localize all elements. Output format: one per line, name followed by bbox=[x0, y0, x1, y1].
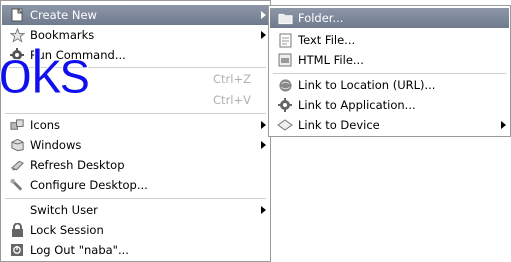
menu-separator bbox=[5, 198, 266, 199]
menu-item-label: Link to Location (URL)... bbox=[298, 78, 436, 92]
menu-item-refresh-desktop[interactable]: Refresh Desktop bbox=[2, 155, 269, 175]
menu-item-label: Bookmarks bbox=[30, 28, 95, 42]
shortcut-label: Ctrl+Z bbox=[213, 72, 251, 86]
wrench-icon bbox=[9, 177, 25, 193]
menu-item-paste: Ctrl+V bbox=[2, 90, 269, 110]
refresh-icon bbox=[9, 157, 25, 173]
menu-item-windows[interactable]: Windows bbox=[2, 135, 269, 155]
menu-item-label: Log Out "naba"... bbox=[30, 243, 129, 257]
menu-item-icons[interactable]: Icons bbox=[2, 115, 269, 135]
submenu-arrow-icon bbox=[261, 121, 266, 129]
menu-item-label: Lock Session bbox=[30, 223, 104, 237]
create-new-icon bbox=[9, 7, 25, 23]
application-icon bbox=[277, 97, 293, 113]
submenu-item-html-file[interactable]: HTML File... bbox=[270, 50, 509, 70]
menu-item-run-command[interactable]: Run Command... bbox=[2, 45, 269, 65]
gear-icon bbox=[9, 47, 25, 63]
folder-icon bbox=[277, 10, 293, 26]
submenu-item-link-location[interactable]: Link to Location (URL)... bbox=[270, 75, 509, 95]
menu-item-configure-desktop[interactable]: Configure Desktop... bbox=[2, 175, 269, 195]
submenu-arrow-icon bbox=[261, 206, 266, 214]
shortcut-label: Ctrl+V bbox=[213, 93, 251, 107]
menu-item-label: Configure Desktop... bbox=[30, 178, 148, 192]
menu-item-lock-session[interactable]: Lock Session bbox=[2, 220, 269, 240]
submenu-item-text-file[interactable]: Text File... bbox=[270, 30, 509, 50]
menu-item-label: Run Command... bbox=[30, 48, 126, 62]
create-new-submenu: Folder... Text File... HTML File... Link… bbox=[268, 5, 511, 137]
star-icon bbox=[9, 27, 25, 43]
logout-icon bbox=[9, 242, 25, 258]
windows-icon bbox=[9, 137, 25, 153]
menu-item-label: Icons bbox=[30, 118, 61, 132]
submenu-item-folder[interactable]: Folder... bbox=[270, 8, 509, 28]
menu-item-undo: Ctrl+Z bbox=[2, 69, 269, 89]
menu-item-label: Folder... bbox=[298, 11, 344, 25]
desktop-context-menu: Create New Bookmarks Run Command... Ctrl… bbox=[0, 0, 271, 262]
menu-item-switch-user[interactable]: Switch User bbox=[2, 200, 269, 220]
menu-item-label: Text File... bbox=[298, 33, 356, 47]
submenu-arrow-icon bbox=[501, 121, 506, 129]
menu-separator bbox=[5, 113, 266, 114]
menu-item-label: Refresh Desktop bbox=[30, 158, 125, 172]
menu-item-log-out[interactable]: Log Out "naba"... bbox=[2, 240, 269, 260]
lock-icon bbox=[9, 222, 25, 238]
submenu-arrow-icon bbox=[261, 141, 266, 149]
globe-icon bbox=[277, 77, 293, 93]
menu-item-create-new[interactable]: Create New bbox=[2, 5, 269, 25]
menu-item-label: Link to Device bbox=[298, 118, 380, 132]
menu-item-label: Link to Application... bbox=[298, 98, 416, 112]
device-icon bbox=[277, 117, 293, 133]
submenu-arrow-icon bbox=[261, 31, 266, 39]
menu-separator bbox=[273, 73, 506, 74]
menu-item-label: Switch User bbox=[30, 203, 98, 217]
icons-icon bbox=[9, 117, 25, 133]
menu-item-label: HTML File... bbox=[298, 53, 364, 67]
text-file-icon bbox=[277, 32, 293, 48]
menu-item-label: Create New bbox=[30, 8, 97, 22]
menu-item-label: Windows bbox=[30, 138, 82, 152]
submenu-item-link-device[interactable]: Link to Device bbox=[270, 115, 509, 135]
html-file-icon bbox=[277, 52, 293, 68]
submenu-arrow-icon bbox=[261, 11, 266, 19]
menu-separator bbox=[5, 67, 266, 68]
submenu-item-link-application[interactable]: Link to Application... bbox=[270, 95, 509, 115]
menu-item-bookmarks[interactable]: Bookmarks bbox=[2, 25, 269, 45]
